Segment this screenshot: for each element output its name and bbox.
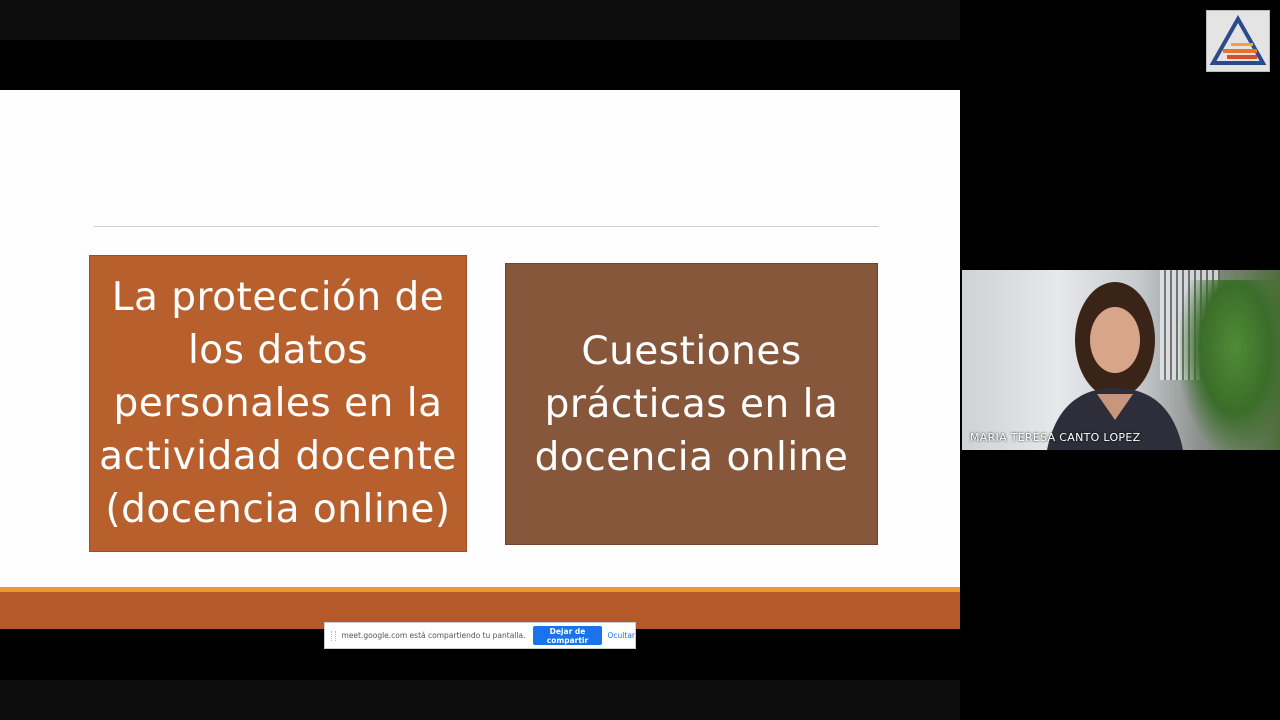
university-logo-icon	[1209, 14, 1267, 65]
screen-share-bar: meet.google.com está compartiendo tu pan…	[324, 622, 636, 649]
topic-line: La protección de	[111, 275, 445, 320]
hide-bar-button[interactable]: Ocultar	[608, 631, 635, 640]
top-letterbox	[0, 0, 960, 40]
university-logo	[1206, 10, 1270, 72]
topic-line: actividad docente	[99, 434, 457, 479]
topic-line: los datos	[187, 328, 369, 373]
background-plant	[1180, 280, 1280, 450]
participant-name-label: MARIA TERESA CANTO LOPEZ	[970, 431, 1141, 444]
topic-box-practical-questions: Cuestiones prácticas en la docencia onli…	[505, 263, 878, 545]
topic-box-data-protection: La protección de los datos personales en…	[89, 255, 467, 552]
slide-divider-line	[94, 226, 879, 227]
topic-line: prácticas en la	[544, 381, 839, 427]
bottom-letterbox	[0, 680, 960, 720]
topic-line: Cuestiones	[581, 328, 802, 374]
share-status-text: meet.google.com está compartiendo tu pan…	[341, 631, 526, 640]
topic-box-text: Cuestiones prácticas en la docencia onli…	[535, 325, 849, 484]
topic-line: (docencia online)	[105, 487, 451, 532]
topic-line: docencia online	[534, 434, 849, 480]
stop-sharing-button[interactable]: Dejar de compartir	[533, 626, 602, 645]
topic-line: personales en la	[113, 381, 443, 426]
drag-handle-icon[interactable]	[331, 630, 336, 641]
participant-video-tile[interactable]: MARIA TERESA CANTO LOPEZ	[962, 270, 1280, 450]
presentation-slide: La protección de los datos personales en…	[0, 90, 960, 629]
topic-box-text: La protección de los datos personales en…	[99, 271, 457, 536]
participant-silhouette	[1047, 282, 1183, 450]
